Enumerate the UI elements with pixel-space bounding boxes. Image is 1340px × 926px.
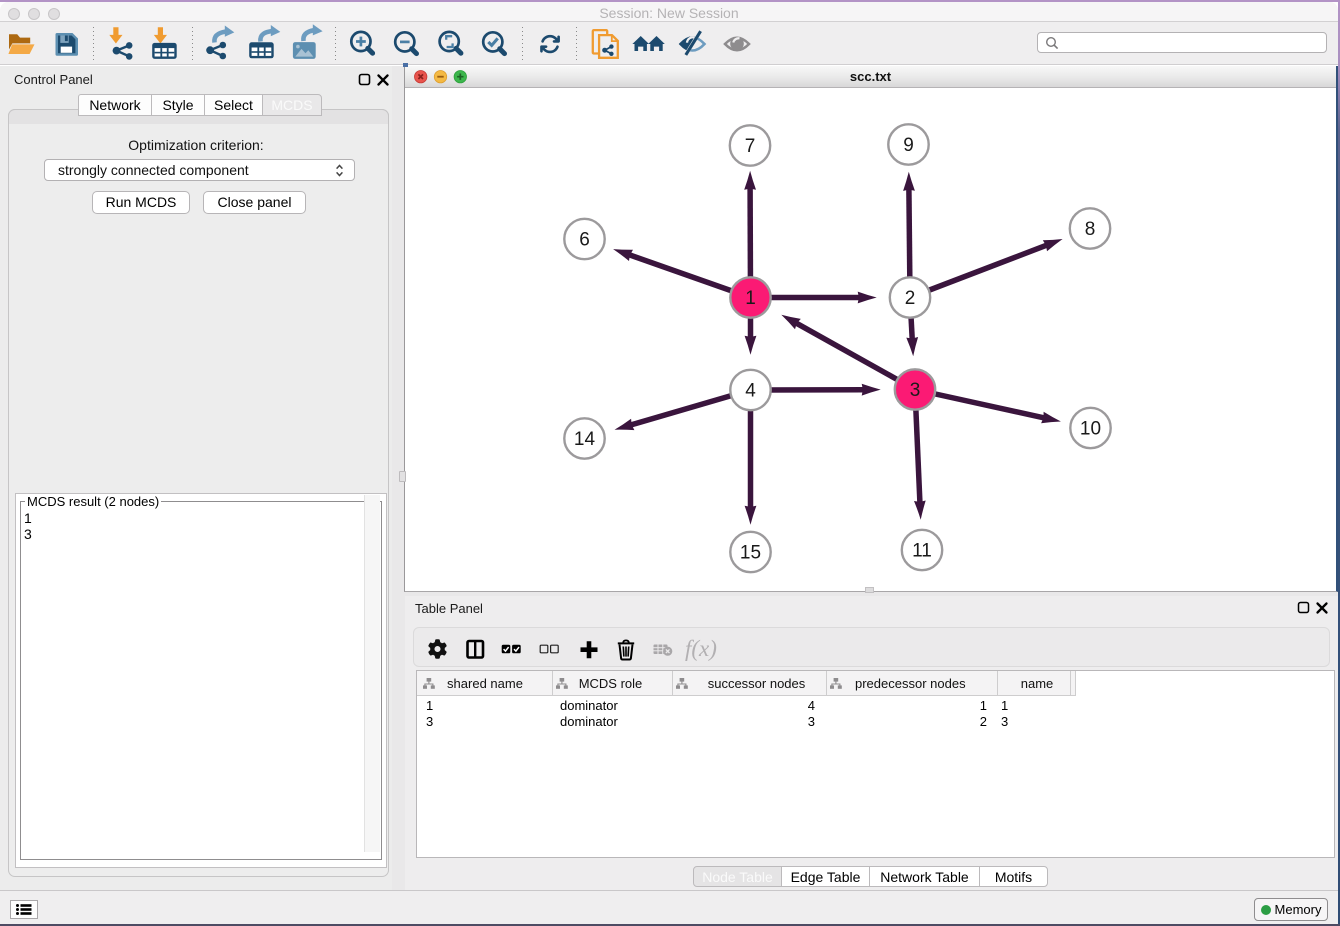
svg-text:9: 9 xyxy=(903,135,914,156)
svg-text:2: 2 xyxy=(905,288,916,309)
svg-text:7: 7 xyxy=(745,136,756,157)
svg-text:6: 6 xyxy=(579,230,590,251)
svg-text:3: 3 xyxy=(910,380,921,401)
svg-text:14: 14 xyxy=(574,429,596,450)
svg-text:1: 1 xyxy=(745,288,756,309)
svg-text:4: 4 xyxy=(745,381,756,402)
svg-text:f(x): f(x) xyxy=(685,636,717,661)
svg-text:10: 10 xyxy=(1080,419,1101,440)
svg-text:11: 11 xyxy=(912,541,932,562)
svg-text:8: 8 xyxy=(1085,219,1096,240)
svg-text:15: 15 xyxy=(740,543,761,564)
